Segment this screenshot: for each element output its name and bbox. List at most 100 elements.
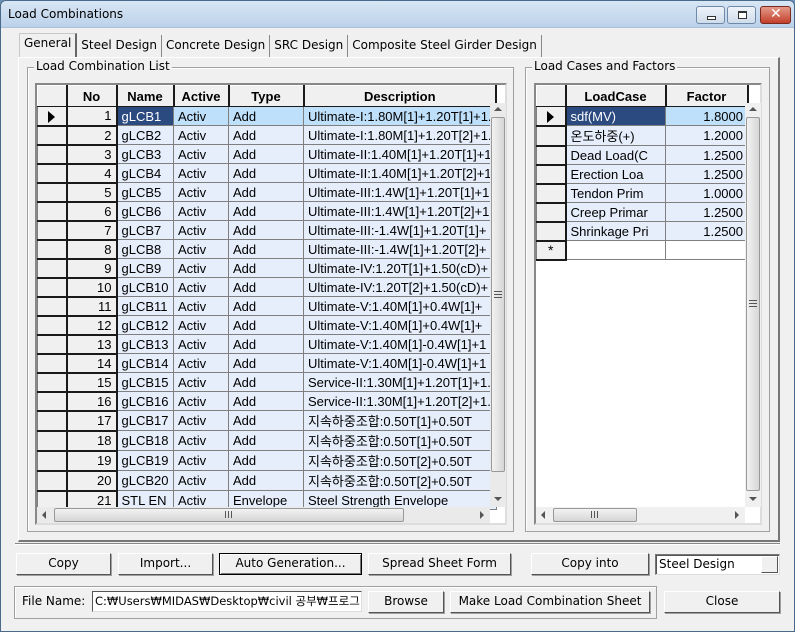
cell-active[interactable]: Activ <box>173 334 229 354</box>
cell-no[interactable]: 19 <box>66 450 118 472</box>
cell-name[interactable]: gLCB14 <box>116 353 174 373</box>
cell-type[interactable]: Add <box>228 430 304 451</box>
make-load-combination-sheet-button[interactable]: Make Load Combination Sheet <box>450 591 650 613</box>
cell-no[interactable]: 4 <box>66 163 118 184</box>
cell-description[interactable]: 지속하중조합:0.50T[1]+0.50T <box>303 430 497 451</box>
scroll-right-icon[interactable] <box>480 511 484 519</box>
row-selector[interactable] <box>536 106 567 127</box>
cell-type[interactable]: Add <box>228 296 304 316</box>
dropdown-button[interactable] <box>761 556 778 573</box>
cell-active[interactable]: Activ <box>173 220 229 240</box>
cell-type[interactable]: Add <box>228 277 304 297</box>
cell-name[interactable]: gLCB20 <box>116 470 174 491</box>
cell-loadcase[interactable]: Erection Loa <box>565 164 666 184</box>
cell-active[interactable]: Activ <box>173 450 229 471</box>
cell-loadcase[interactable]: sdf(MV) <box>565 106 666 126</box>
row-selector[interactable] <box>37 470 68 492</box>
column-header-name[interactable]: Name <box>116 85 175 107</box>
cell-name[interactable]: gLCB5 <box>116 182 174 202</box>
cell-no[interactable]: 5 <box>66 182 118 203</box>
scroll-thumb[interactable] <box>746 117 760 491</box>
scroll-thumb[interactable] <box>491 117 505 472</box>
cell-factor[interactable]: 1.2500 <box>665 221 748 241</box>
cell-description[interactable]: 지속하중조합:0.50T[2]+0.50T <box>303 450 497 471</box>
row-selector[interactable] <box>37 220 68 241</box>
cell-no[interactable]: 6 <box>66 201 118 222</box>
table-row[interactable]: 16 gLCB16 Activ Add Service-II:1.30M[1]+1.20… <box>37 391 497 412</box>
cell-description[interactable]: 지속하중조합:0.50T[2]+0.50T <box>303 470 497 491</box>
copy-button[interactable]: Copy <box>16 553 111 575</box>
cell-type[interactable]: Add <box>228 201 304 221</box>
table-row[interactable]: 12 gLCB12 Activ Add Ultimate-V:1.40M[1]+0.4W… <box>37 315 497 336</box>
combination-horizontal-scrollbar[interactable] <box>37 507 490 523</box>
row-selector[interactable] <box>37 430 68 452</box>
table-row[interactable]: 17 gLCB17 Activ Add 지속하중조합:0.50T[1]+0.50T <box>37 410 497 432</box>
row-selector[interactable] <box>37 258 68 279</box>
cell-name[interactable]: gLCB18 <box>116 430 174 451</box>
cell-description[interactable]: Ultimate-III:1.4W[1]+1.20T[2]+1 <box>303 201 497 221</box>
auto-generation-button[interactable]: Auto Generation... <box>219 553 362 575</box>
loadcase-vertical-scrollbar[interactable] <box>745 103 761 507</box>
cell-no[interactable]: 17 <box>66 410 118 432</box>
cell-description[interactable]: Service-II:1.30M[1]+1.20T[1]+1. <box>303 372 497 392</box>
cell-description[interactable]: Ultimate-III:-1.4W[1]+1.20T[2]+ <box>303 239 497 259</box>
cell-active[interactable]: Activ <box>173 258 229 278</box>
table-row[interactable]: 10 gLCB10 Activ Add Ultimate-IV:1.20T[2]+1.5… <box>37 277 497 298</box>
cell-loadcase[interactable]: Shrinkage Pri <box>565 221 666 241</box>
table-row[interactable]: 온도하중(+) 1.2000 <box>536 125 748 147</box>
table-row[interactable]: 9 gLCB9 Activ Add Ultimate-IV:1.20T[1]+1.50(… <box>37 258 497 279</box>
cell-factor[interactable]: 1.2500 <box>665 145 748 165</box>
row-header-corner[interactable] <box>536 85 567 107</box>
cell-type[interactable]: Add <box>228 372 304 392</box>
scroll-down-icon[interactable] <box>749 497 757 501</box>
row-selector[interactable] <box>37 163 68 184</box>
cell-active[interactable]: Activ <box>173 353 229 373</box>
cell-loadcase[interactable]: Dead Load(C <box>565 145 666 165</box>
row-selector[interactable] <box>536 145 567 166</box>
cell-active[interactable]: Activ <box>173 391 229 411</box>
row-selector[interactable] <box>37 372 68 393</box>
row-header-corner[interactable] <box>37 85 68 107</box>
cell-no[interactable]: 13 <box>66 334 118 355</box>
table-row[interactable]: Erection Loa 1.2500 <box>536 164 748 185</box>
cell-loadcase[interactable]: Tendon Prim <box>565 183 666 203</box>
row-selector[interactable] <box>37 391 68 412</box>
row-selector[interactable] <box>37 315 68 336</box>
cell-description[interactable]: Service-II:1.30M[1]+1.20T[2]+1. <box>303 391 497 411</box>
cell-name[interactable]: gLCB2 <box>116 125 174 145</box>
column-header-type[interactable]: Type <box>228 85 305 107</box>
close-button[interactable]: Close <box>664 591 780 613</box>
cell-no[interactable]: 1 <box>66 106 118 127</box>
minimize-button[interactable] <box>696 6 725 24</box>
cell-no[interactable]: 16 <box>66 391 118 412</box>
table-row[interactable]: 2 gLCB2 Activ Add Ultimate-I:1.80M[1]+1.20T[… <box>37 125 497 146</box>
cell-active[interactable]: Activ <box>173 315 229 335</box>
cell-type[interactable]: Add <box>228 220 304 240</box>
title-bar[interactable]: Load Combinations ✕ <box>1 1 794 28</box>
cell-no[interactable]: 11 <box>66 296 118 317</box>
table-row[interactable]: 4 gLCB4 Activ Add Ultimate-II:1.40M[1]+1.20T… <box>37 163 497 184</box>
row-selector[interactable] <box>37 296 68 317</box>
table-row[interactable]: Tendon Prim 1.0000 <box>536 183 748 204</box>
cell-description[interactable]: Ultimate-III:-1.4W[1]+1.20T[1]+ <box>303 220 497 240</box>
scroll-right-icon[interactable] <box>735 511 739 519</box>
cell-active[interactable]: Activ <box>173 296 229 316</box>
close-window-button[interactable]: ✕ <box>760 6 791 24</box>
cell-active[interactable]: Activ <box>173 372 229 392</box>
cell-factor[interactable]: 1.2500 <box>665 164 748 184</box>
row-selector[interactable] <box>37 125 68 146</box>
cell-loadcase[interactable]: Creep Primar <box>565 202 666 222</box>
table-row[interactable]: Shrinkage Pri 1.2500 <box>536 221 748 242</box>
tab-general[interactable]: General <box>19 33 78 57</box>
column-header-factor[interactable]: Factor <box>665 85 749 107</box>
cell-no[interactable]: 3 <box>66 144 118 165</box>
browse-button[interactable]: Browse <box>368 591 444 613</box>
cell-type[interactable]: Add <box>228 125 304 145</box>
cell-description[interactable]: Ultimate-II:1.40M[1]+1.20T[2]+1 <box>303 163 497 183</box>
cell-type[interactable]: Add <box>228 334 304 354</box>
cell-description[interactable]: Ultimate-I:1.80M[1]+1.20T[1]+1. <box>303 106 497 126</box>
cell-type[interactable]: Add <box>228 239 304 259</box>
cell-active[interactable]: Activ <box>173 125 229 145</box>
cell-factor[interactable] <box>665 240 748 260</box>
tab-steel-design[interactable]: Steel Design <box>77 35 162 57</box>
